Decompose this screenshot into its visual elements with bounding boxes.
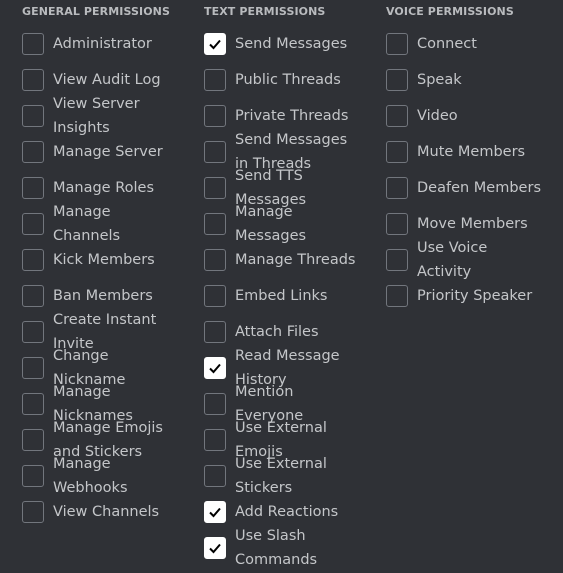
section-header: GENERAL PERMISSIONS (22, 5, 170, 18)
permission-label: Manage Roles (53, 180, 155, 196)
checkbox[interactable] (22, 321, 44, 343)
permission-label: Kick Members (53, 252, 155, 268)
checkbox[interactable] (204, 393, 226, 415)
checkbox[interactable] (22, 501, 44, 523)
checkbox[interactable] (386, 141, 408, 163)
permission-checkbox-manage-threads[interactable]: Manage Threads (204, 242, 363, 278)
permission-checkbox-use-voice-activity[interactable]: Use Voice Activity (386, 240, 545, 280)
checkbox[interactable] (204, 105, 226, 127)
checkbox[interactable] (22, 105, 44, 127)
checkbox[interactable] (22, 465, 44, 487)
permission-checkbox-manage-messages[interactable]: Manage Messages (204, 204, 363, 244)
checkbox[interactable] (22, 429, 44, 451)
permission-checkbox-view-server-insights[interactable]: View Server Insights (22, 96, 181, 136)
permission-label: View Channels (53, 504, 160, 520)
permission-label: Private Threads (235, 108, 349, 124)
checkmark-icon (209, 507, 221, 518)
checkmark-icon (209, 39, 221, 50)
permission-label: Send Messages (235, 36, 348, 52)
permission-checkbox-embed-links[interactable]: Embed Links (204, 278, 363, 314)
checkbox[interactable] (204, 249, 226, 271)
permission-label: Manage Webhooks (53, 456, 128, 496)
permission-label: Use External Stickers (235, 456, 327, 496)
permission-checkbox-connect[interactable]: Connect (386, 26, 545, 62)
permission-label: Embed Links (235, 288, 328, 304)
checkbox[interactable] (386, 285, 408, 307)
permission-checkbox-public-threads[interactable]: Public Threads (204, 62, 363, 98)
permission-checkbox-mute-members[interactable]: Mute Members (386, 134, 545, 170)
permission-label: View Audit Log (53, 72, 161, 88)
permission-label: Public Threads (235, 72, 341, 88)
permission-checkbox-speak[interactable]: Speak (386, 62, 545, 98)
permission-checkbox-video[interactable]: Video (386, 98, 545, 134)
checkbox[interactable] (386, 105, 408, 127)
checkmark-icon (209, 543, 221, 554)
permission-label: Manage Server (53, 144, 163, 160)
permission-label: Ban Members (53, 288, 153, 304)
checkbox[interactable] (22, 69, 44, 91)
permission-label: Speak (417, 72, 462, 88)
permission-label: Mute Members (417, 144, 526, 160)
checkbox[interactable] (386, 69, 408, 91)
permission-checkbox-administrator[interactable]: Administrator (22, 26, 181, 62)
checkbox[interactable] (204, 357, 226, 379)
checkbox[interactable] (204, 213, 226, 235)
permission-checkbox-manage-server[interactable]: Manage Server (22, 134, 181, 170)
checkbox[interactable] (204, 537, 226, 559)
permission-checkbox-view-channels[interactable]: View Channels (22, 494, 181, 530)
permission-checkbox-manage-channels[interactable]: Manage Channels (22, 204, 181, 244)
checkbox[interactable] (22, 249, 44, 271)
checkbox[interactable] (204, 321, 226, 343)
permission-checkbox-priority-speaker[interactable]: Priority Speaker (386, 278, 545, 314)
checkbox[interactable] (22, 33, 44, 55)
permission-label: Priority Speaker (417, 288, 533, 304)
checkbox[interactable] (22, 285, 44, 307)
permission-label: Add Reactions (235, 504, 339, 520)
permission-label: Manage Messages (235, 204, 307, 244)
permission-label: Use Voice Activity (417, 240, 488, 280)
permission-label: Deafen Members (417, 180, 541, 196)
permission-checkbox-manage-webhooks[interactable]: Manage Webhooks (22, 456, 181, 496)
checkbox[interactable] (22, 357, 44, 379)
permission-label: Connect (417, 36, 477, 52)
permission-label: Attach Files (235, 324, 319, 340)
checkbox[interactable] (386, 177, 408, 199)
permission-checkbox-use-external-stickers[interactable]: Use External Stickers (204, 456, 363, 496)
checkbox[interactable] (204, 465, 226, 487)
checkbox[interactable] (386, 249, 408, 271)
permission-label: Manage Threads (235, 252, 356, 268)
checkbox[interactable] (204, 501, 226, 523)
checkbox[interactable] (22, 141, 44, 163)
permission-label: Manage Channels (53, 204, 121, 244)
checkbox[interactable] (204, 33, 226, 55)
permission-checkbox-kick-members[interactable]: Kick Members (22, 242, 181, 278)
checkbox[interactable] (386, 213, 408, 235)
permission-label: Video (417, 108, 458, 124)
section-header: TEXT PERMISSIONS (204, 5, 326, 18)
permission-checkbox-use-slash-commands[interactable]: Use Slash Commands (204, 528, 363, 568)
checkbox[interactable] (204, 429, 226, 451)
permission-label: Use Slash Commands (235, 528, 318, 568)
checkbox[interactable] (386, 33, 408, 55)
permission-label: Move Members (417, 216, 528, 232)
section-header: VOICE PERMISSIONS (386, 5, 514, 18)
permission-label: Administrator (53, 36, 152, 52)
checkbox[interactable] (204, 69, 226, 91)
checkbox[interactable] (22, 177, 44, 199)
checkbox[interactable] (22, 393, 44, 415)
checkbox[interactable] (22, 213, 44, 235)
checkbox[interactable] (204, 177, 226, 199)
checkbox[interactable] (204, 141, 226, 163)
permission-checkbox-send-messages[interactable]: Send Messages (204, 26, 363, 62)
checkmark-icon (209, 363, 221, 374)
permission-label: View Server Insights (53, 96, 140, 136)
checkbox[interactable] (204, 285, 226, 307)
permission-checkbox-deafen-members[interactable]: Deafen Members (386, 170, 545, 206)
